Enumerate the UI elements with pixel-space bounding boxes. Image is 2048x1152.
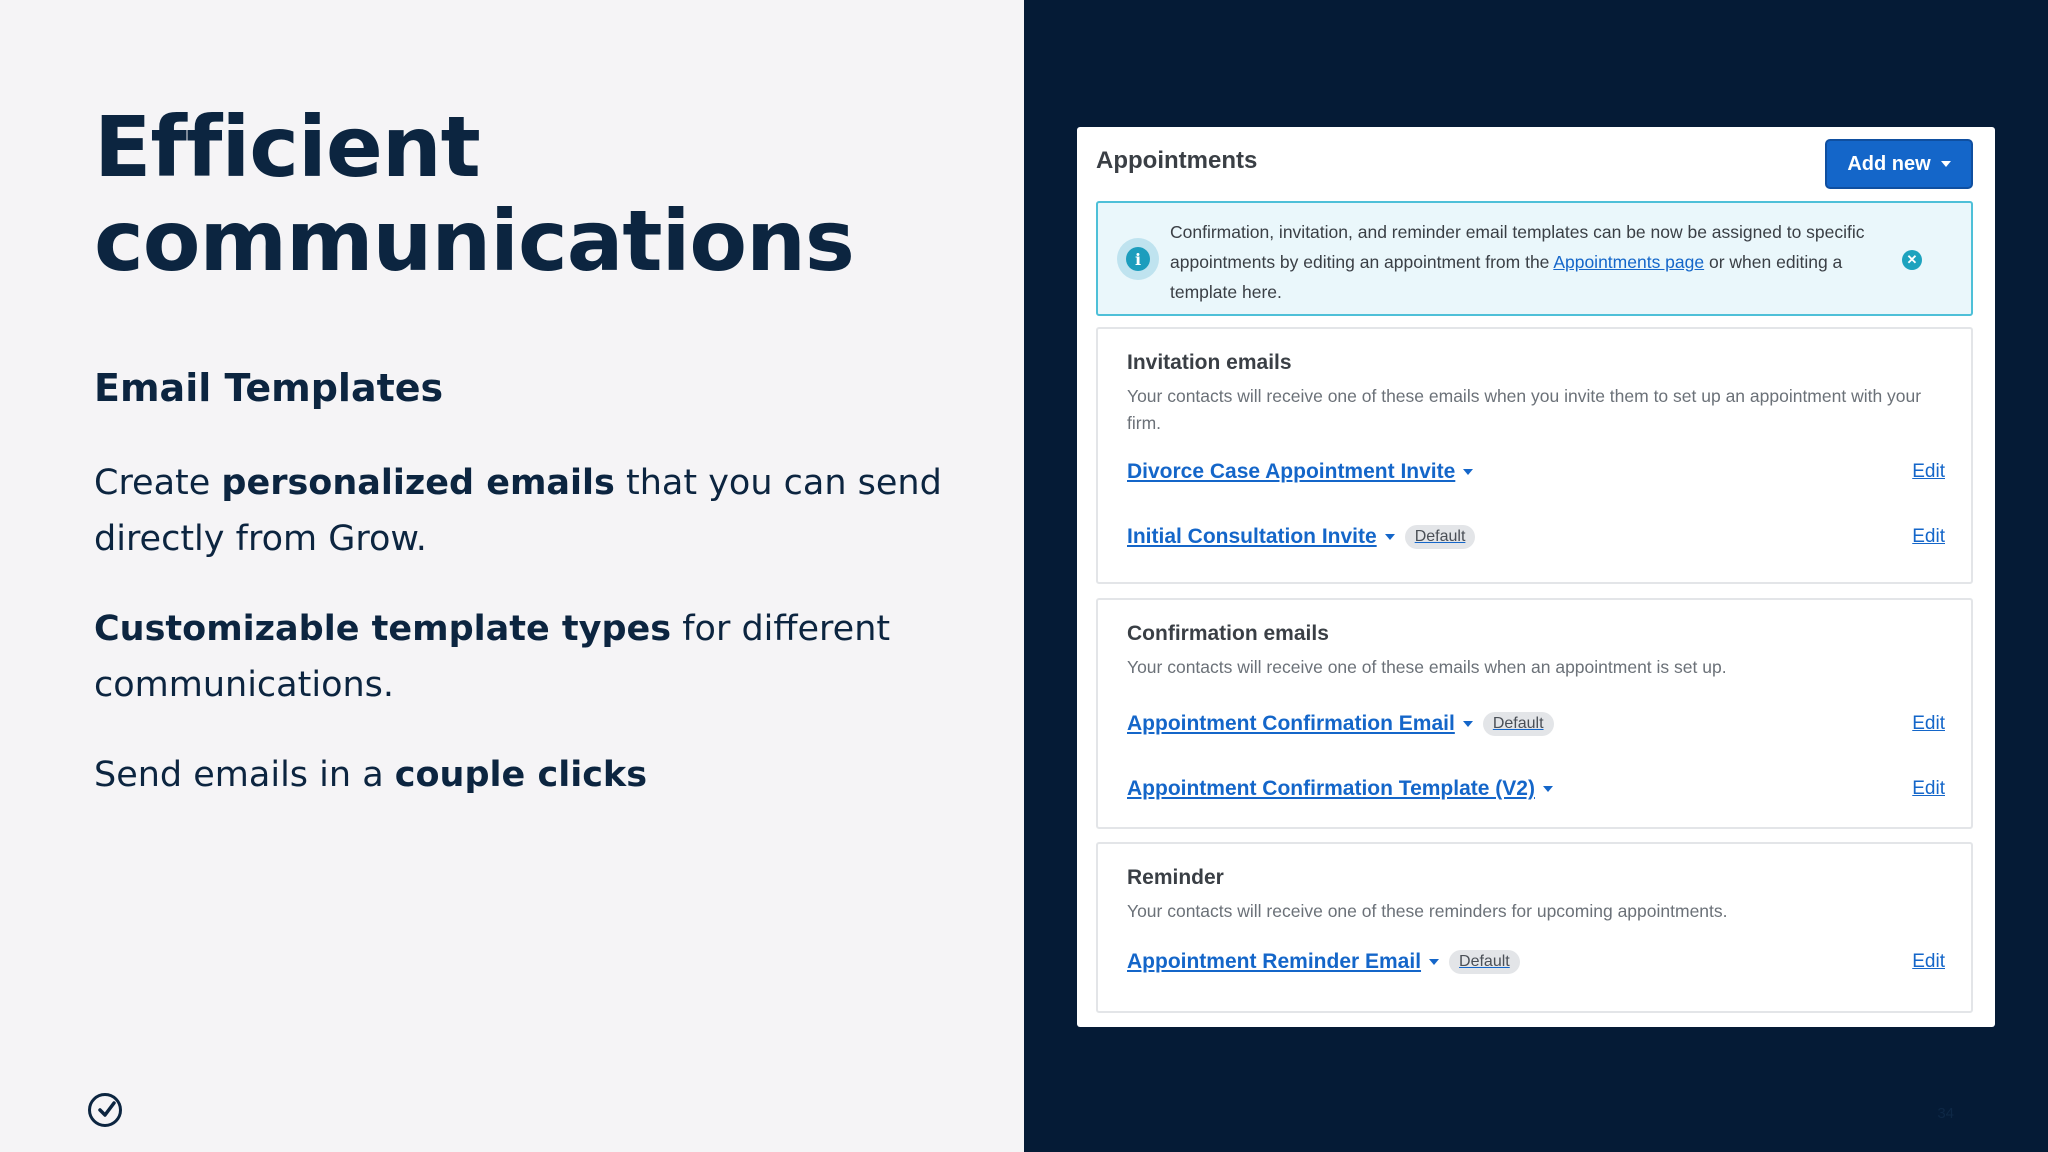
close-icon[interactable]: ✕	[1902, 250, 1922, 270]
chevron-down-icon	[1940, 161, 1951, 167]
slide-text-panel: Efficient communications Email Templates…	[0, 0, 1024, 1152]
info-icon: i	[1117, 238, 1159, 280]
template-link[interactable]: Appointment Reminder Email Default	[1127, 950, 1520, 974]
p3-text-a: Send emails in a	[94, 755, 395, 795]
default-badge: Default	[1404, 525, 1476, 549]
section-title: Invitation emails	[1127, 351, 1292, 374]
add-new-button[interactable]: Add new	[1825, 139, 1973, 189]
template-name[interactable]: Appointment Reminder Email	[1127, 950, 1421, 974]
p1-bold: personalized emails	[221, 463, 615, 503]
template-row: Initial Consultation Invite Default Edit	[1127, 521, 1945, 555]
appointments-page-link[interactable]: Appointments page	[1553, 252, 1704, 272]
section-description: Your contacts will receive one of these …	[1127, 386, 1922, 433]
invitation-emails-section: Invitation emails Your contacts will rec…	[1096, 327, 1973, 584]
edit-link[interactable]: Edit	[1912, 713, 1945, 735]
chevron-down-icon[interactable]	[1384, 534, 1395, 540]
chevron-down-icon[interactable]	[1462, 721, 1473, 727]
template-row: Appointment Reminder Email Default Edit	[1127, 946, 1945, 980]
template-name[interactable]: Divorce Case Appointment Invite	[1127, 460, 1455, 484]
edit-link[interactable]: Edit	[1912, 951, 1945, 973]
edit-link[interactable]: Edit	[1912, 461, 1945, 483]
template-link[interactable]: Divorce Case Appointment Invite	[1127, 460, 1474, 484]
add-new-label: Add new	[1847, 152, 1931, 175]
template-row: Appointment Confirmation Template (V2) E…	[1127, 773, 1945, 807]
edit-link[interactable]: Edit	[1912, 526, 1945, 548]
default-badge: Default	[1449, 950, 1520, 974]
reminder-section: Reminder Your contacts will receive one …	[1096, 842, 1973, 1013]
template-link[interactable]: Appointment Confirmation Template (V2)	[1127, 777, 1553, 801]
template-link[interactable]: Appointment Confirmation Email Default	[1127, 712, 1554, 736]
checkmark-circle-icon	[88, 1093, 122, 1127]
edit-link[interactable]: Edit	[1912, 778, 1945, 800]
info-alert: i Confirmation, invitation, and reminder…	[1096, 201, 1973, 316]
template-row: Divorce Case Appointment Invite Edit	[1127, 456, 1945, 490]
paragraph-personalized-emails: Create personalized emails that you can …	[94, 455, 954, 567]
slide-title: Efficient communications	[94, 100, 974, 288]
chevron-down-icon[interactable]	[1429, 959, 1440, 965]
template-row: Appointment Confirmation Email Default Ed…	[1127, 708, 1945, 742]
p3-bold: couple clicks	[394, 755, 648, 795]
section-description: Your contacts will receive one of these …	[1127, 901, 1728, 921]
p2-bold: Customizable template types	[94, 609, 672, 649]
section-description: Your contacts will receive one of these …	[1127, 657, 1727, 677]
template-link[interactable]: Initial Consultation Invite Default	[1127, 525, 1476, 549]
paragraph-couple-clicks: Send emails in a couple clicks	[94, 747, 954, 803]
alert-message: Confirmation, invitation, and reminder e…	[1170, 217, 1870, 307]
p1-text-a: Create	[94, 463, 222, 503]
slide-title-line-1: Efficient	[94, 98, 481, 196]
default-badge: Default	[1482, 712, 1554, 736]
page-number: 34	[1937, 1105, 1954, 1122]
section-title: Confirmation emails	[1127, 622, 1329, 645]
email-templates-heading: Email Templates	[94, 366, 444, 410]
chevron-down-icon[interactable]	[1542, 786, 1553, 792]
template-name[interactable]: Initial Consultation Invite	[1127, 525, 1377, 549]
appointments-card: Appointments Add new i Confirmation, inv…	[1077, 127, 1995, 1027]
chevron-down-icon[interactable]	[1463, 469, 1474, 475]
slide-title-line-2: communications	[94, 192, 855, 290]
template-name[interactable]: Appointment Confirmation Email	[1127, 712, 1455, 736]
page-title: Appointments	[1096, 147, 1258, 174]
paragraph-template-types: Customizable template types for differen…	[94, 601, 954, 713]
section-title: Reminder	[1127, 866, 1224, 889]
confirmation-emails-section: Confirmation emails Your contacts will r…	[1096, 598, 1973, 829]
template-name[interactable]: Appointment Confirmation Template (V2)	[1127, 777, 1535, 801]
